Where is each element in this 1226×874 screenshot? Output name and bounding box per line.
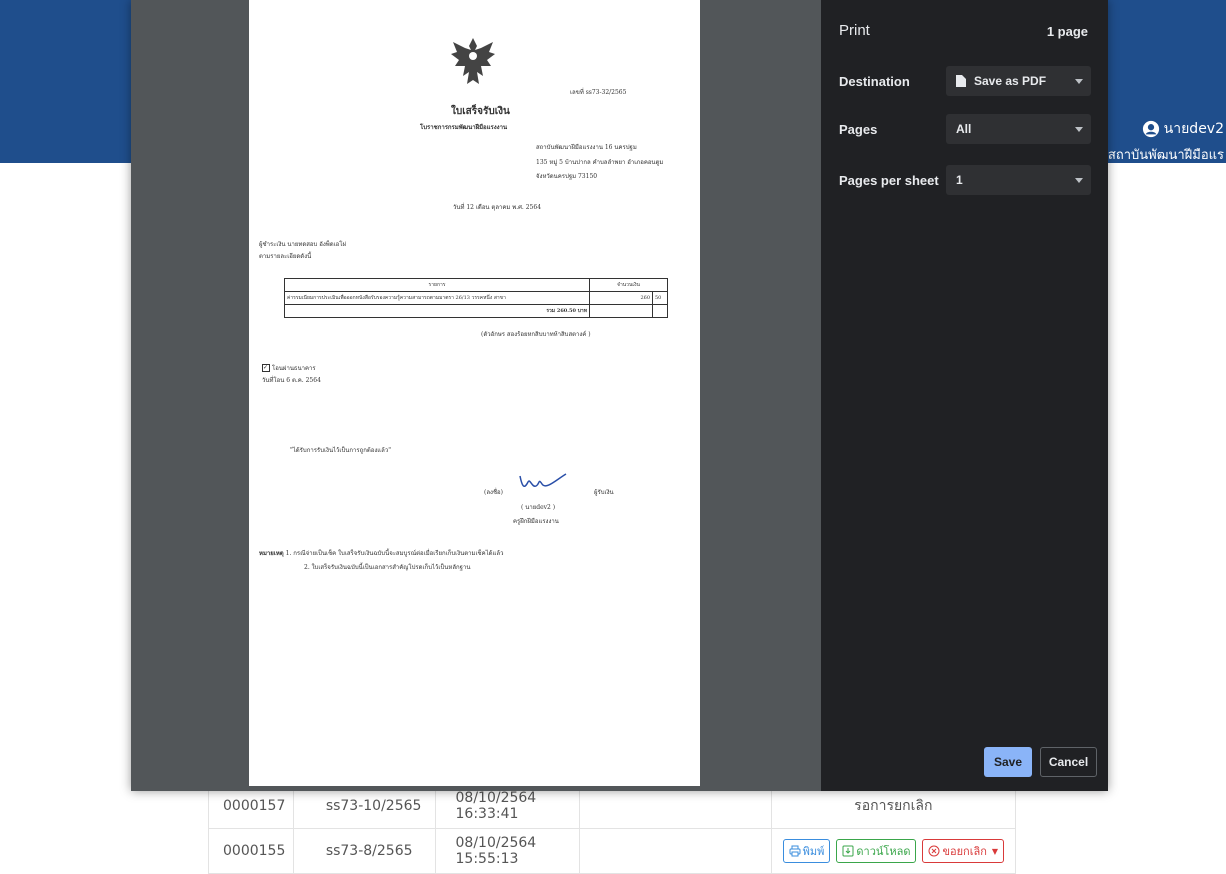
doc-subtitle: โบราชการกรมพัฒนาฝีมือแรงงาน [420, 124, 508, 131]
save-button[interactable]: Save [984, 747, 1032, 777]
doc-received: "ได้รับการรับเงินไว้เป็นการถูกต้องแล้ว" [290, 447, 391, 454]
pages-select[interactable]: All [946, 114, 1091, 144]
destination-label: Destination [839, 74, 910, 89]
row-datetime: 08/10/2564 15:55:13 [436, 829, 581, 873]
doc-bank-date: วันที่โอน 6 ต.ค. 2564 [262, 377, 321, 384]
doc-amount-satang: 50 [655, 295, 662, 301]
doc-col-item: รายการ [285, 279, 590, 291]
cancel-button[interactable]: Cancel [1040, 747, 1097, 777]
doc-bank-check: ✓ โอนผ่านธนาคาร [262, 364, 316, 372]
chevron-down-icon [1075, 178, 1083, 183]
document-icon [956, 75, 966, 87]
cancel-request-button[interactable]: ขอยกเลิก ▼ [922, 839, 1005, 863]
print-settings-panel: Print 1 page Destination Save as PDF Pag… [821, 0, 1108, 791]
doc-address-line: จังหวัดนครปฐม 73150 [536, 173, 598, 180]
doc-number: เลขที่ ss73-32/2565 [570, 89, 627, 96]
doc-payer: ผู้ชำระเงิน นายทดสอบ อังพ็ดเอโผ่ [259, 241, 346, 248]
table-row: 0000155 ss73-8/2565 08/10/2564 15:55:13 … [208, 829, 1016, 874]
row-id: 0000155 [209, 829, 294, 873]
pages-label: Pages [839, 122, 878, 137]
user-icon [1142, 120, 1159, 138]
doc-items-table: รายการ จำนวนเงิน ค่ารรมเนียมการประเมินเพ… [284, 278, 668, 318]
doc-address-line: สถาบันพัฒนาฝีมือแรงงาน 16 นครปฐม [536, 144, 637, 151]
row-empty [580, 829, 772, 873]
signature-image [519, 473, 567, 488]
garuda-emblem-icon [451, 38, 495, 84]
receipt-table: 0000157 ss73-10/2565 08/10/2564 16:33:41… [208, 784, 1016, 874]
doc-signer: ( นายdev2 ) [521, 504, 556, 511]
user-block[interactable]: นายdev2 สถาบันพัฒนาฝีมือแร [1108, 118, 1224, 165]
row-actions: พิมพ์ ดาวน์โหลด ขอยกเลิก ▼ [772, 829, 1015, 873]
user-org: สถาบันพัฒนาฝีมือแร [1107, 148, 1224, 163]
doc-sign-prefix: (ลงชื่อ) [484, 489, 503, 496]
download-button[interactable]: ดาวน์โหลด [836, 839, 917, 863]
doc-amount-baht: 260 [590, 292, 653, 304]
doc-date: วันที่ 12 เดือน ตุลาคม พ.ศ. 2564 [453, 204, 542, 211]
destination-select[interactable]: Save as PDF [946, 66, 1091, 96]
doc-note: หมายเหตุ 1. กรณีจ่ายเป็นเช็ค ใบเสร็จรับเ… [259, 550, 504, 557]
print-button[interactable]: พิมพ์ [782, 839, 831, 863]
doc-title: ใบเสร็จรับเงิน [451, 106, 510, 117]
checkbox-checked-icon: ✓ [262, 364, 270, 372]
close-circle-icon [928, 845, 940, 857]
print-title: Print [839, 22, 870, 39]
user-name: นายdev2 [1163, 121, 1224, 137]
chevron-down-icon [1075, 79, 1083, 84]
doc-total: รวม 260.50 บาท [285, 305, 590, 317]
doc-item: ค่ารรมเนียมการประเมินเพื่อออกหนังสือรับร… [285, 292, 590, 304]
doc-col-amount: จำนวนเงิน [617, 282, 640, 288]
row-code: ss73-8/2565 [294, 829, 436, 873]
doc-signer-title: ครูฝึกฝีมือแรงงาน [513, 518, 559, 525]
pages-per-sheet-label: Pages per sheet [839, 173, 939, 188]
doc-note-2: 2. ใบเสร็จรับเงินฉบับนี้เป็นเอกสารสำคัญโ… [304, 564, 471, 571]
doc-total-words: (ตัวอักษร สองร้อยหกสิบบาทห้าสิบสตางค์ ) [481, 331, 591, 338]
chevron-down-icon [1075, 127, 1083, 132]
printer-icon [789, 845, 801, 857]
download-icon [842, 845, 854, 857]
doc-sign-suffix: ผู้รับเงิน [594, 489, 614, 496]
pages-per-sheet-select[interactable]: 1 [946, 165, 1091, 195]
doc-detail: ตามรายละเอียดดังนี้ [259, 253, 312, 260]
page-count: 1 page [1046, 24, 1088, 39]
chevron-down-icon: ▼ [991, 846, 999, 856]
doc-address-line: 135 หมู่ 5 บ้านปากล คำบลลำพยา อำเภอคอนตู… [536, 159, 664, 166]
